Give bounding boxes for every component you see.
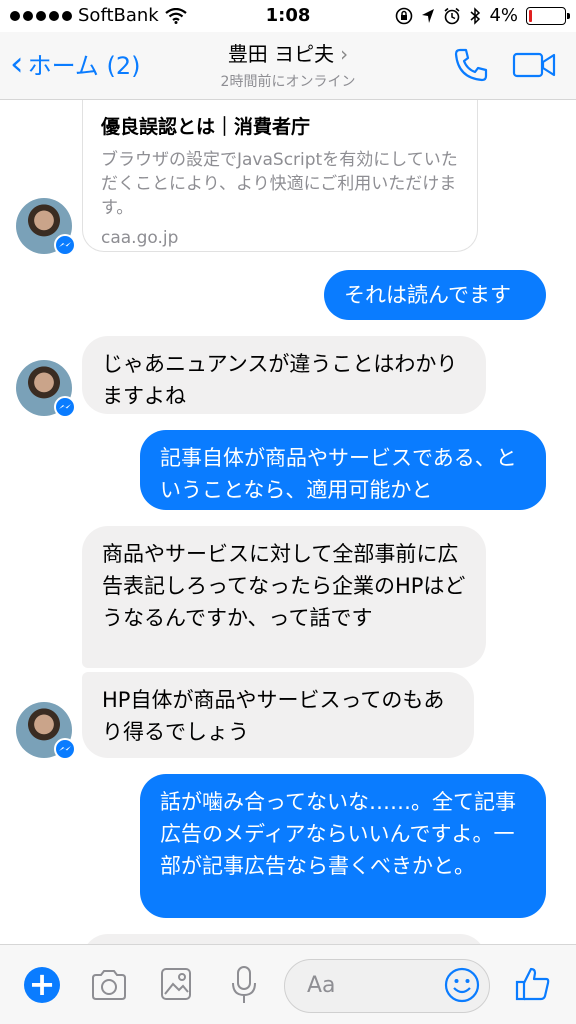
chevron-right-icon: › <box>340 42 349 66</box>
avatar[interactable] <box>16 198 76 256</box>
message-incoming[interactable]: 商品やサービスに対して全部事前に広告表記しろってなったら企業のHPはどうなるんで… <box>82 526 486 668</box>
avatar[interactable] <box>16 360 76 418</box>
status-right: 4% <box>395 5 570 26</box>
battery-level <box>529 9 533 22</box>
avatar[interactable] <box>16 702 76 760</box>
phone-call-icon[interactable] <box>452 46 490 84</box>
messenger-badge-icon <box>54 234 76 256</box>
messenger-badge-icon <box>54 396 76 418</box>
message-incoming[interactable]: HP自体が商品やサービスってのもあり得るでしょう <box>82 672 474 758</box>
location-icon <box>422 8 435 23</box>
messenger-badge-icon <box>54 738 76 760</box>
add-content-button[interactable]: + <box>24 967 60 1003</box>
photo-gallery-icon[interactable] <box>160 967 192 1001</box>
message-outgoing[interactable]: 記事自体が商品やサービスである、ということなら、適用可能かと <box>140 430 546 510</box>
composer-toolbar: + Aa <box>0 944 576 1024</box>
link-domain: caa.go.jp <box>101 228 179 248</box>
battery-percent: 4% <box>489 5 518 26</box>
message-outgoing[interactable]: それは読んでます <box>324 270 546 320</box>
camera-icon[interactable] <box>90 969 128 1001</box>
microphone-icon[interactable] <box>230 965 258 1005</box>
status-bar: SoftBank 1:08 4% <box>0 0 576 32</box>
battery-icon <box>526 6 570 25</box>
orientation-lock-icon <box>396 7 413 24</box>
message-outgoing[interactable]: 話が噛み合ってないな……。全て記事広告のメディアならいいんですよ。一部が記事広告… <box>140 774 546 918</box>
conversation-header: ‹ ホーム (2) 豊田 ヨピ夫 › 2時間前にオンライン <box>0 32 576 100</box>
link-title: 優良誤認とは｜消費者庁 <box>101 116 311 138</box>
emoji-icon[interactable] <box>444 967 480 1003</box>
link-description: ブラウザの設定でJavaScriptを有効にしていただくことにより、より快適にご… <box>101 150 458 218</box>
video-call-icon[interactable] <box>512 50 556 80</box>
contact-name: 豊田 ヨピ夫 <box>227 42 335 66</box>
alarm-icon <box>444 7 460 24</box>
link-preview-card[interactable]: 優良誤認とは｜消費者庁 ブラウザの設定でJavaScriptを有効にしていただく… <box>82 100 478 252</box>
thumbs-up-icon[interactable] <box>514 965 552 1003</box>
bluetooth-icon <box>470 6 481 25</box>
message-incoming[interactable]: じゃあニュアンスが違うことはわかりますよね <box>82 336 486 414</box>
